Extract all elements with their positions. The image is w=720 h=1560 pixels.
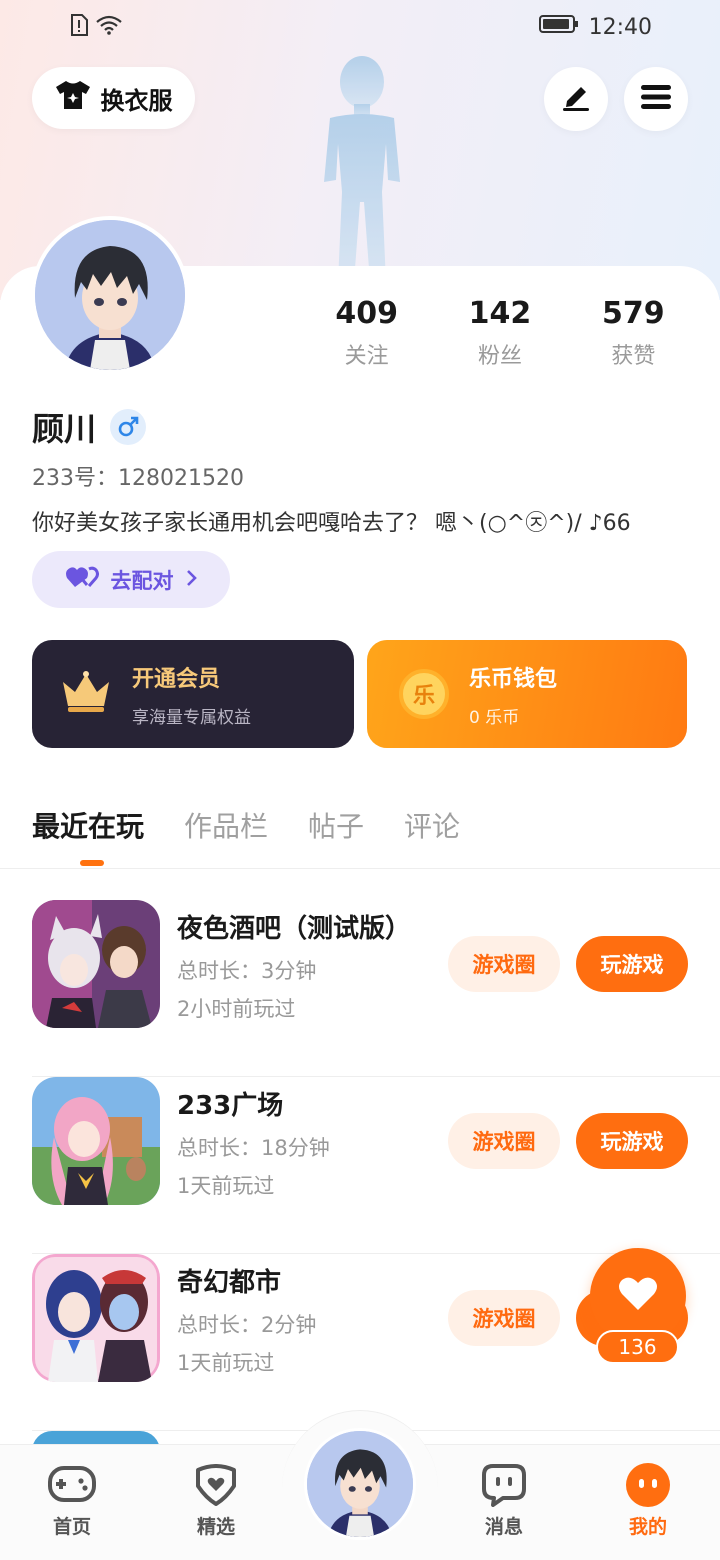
play-game-button[interactable]: 玩游戏 bbox=[576, 1113, 688, 1169]
tab-recently-played[interactable]: 最近在玩 bbox=[32, 805, 144, 845]
avatar[interactable] bbox=[31, 216, 189, 374]
game-circle-button[interactable]: 游戏圈 bbox=[448, 936, 560, 992]
user-id: 233号：128021520 bbox=[32, 466, 244, 491]
stat-following[interactable]: 409 关注 bbox=[300, 296, 433, 370]
male-gender-icon bbox=[110, 409, 147, 445]
status-time: 12:40 bbox=[588, 14, 652, 40]
active-tab-indicator bbox=[80, 860, 104, 866]
crown-icon bbox=[60, 670, 112, 718]
game-name: 奇幻都市 bbox=[177, 1268, 282, 1298]
nav-label: 消息 bbox=[484, 1516, 523, 1538]
pen-icon bbox=[561, 83, 591, 115]
stat-label: 获赞 bbox=[611, 344, 656, 369]
nav-profile[interactable]: 我的 bbox=[603, 1462, 693, 1539]
stat-value: 409 bbox=[335, 296, 398, 331]
tab-comments[interactable]: 评论 bbox=[404, 805, 460, 845]
game-thumbnail bbox=[32, 1077, 160, 1205]
avatar-hologram-figure bbox=[324, 56, 400, 282]
stat-label: 粉丝 bbox=[477, 344, 522, 369]
nav-featured[interactable]: 精选 bbox=[171, 1462, 261, 1539]
chat-icon bbox=[459, 1462, 549, 1508]
username: 顾川 bbox=[32, 410, 97, 448]
list-item[interactable]: 233广场 总时长：18分钟 1天前玩过 游戏圈 玩游戏 bbox=[32, 1077, 720, 1254]
vip-title: 开通会员 bbox=[132, 666, 221, 692]
status-bar: 12:40 bbox=[0, 0, 720, 56]
game-name: 233广场 bbox=[177, 1091, 284, 1121]
gamepad-icon bbox=[27, 1462, 117, 1508]
profile-stats: 409 关注 142 粉丝 579 获赞 bbox=[300, 296, 700, 370]
game-name: 夜色酒吧（测试版） bbox=[177, 914, 412, 944]
double-heart-icon bbox=[65, 565, 99, 594]
wallet-title: 乐币钱包 bbox=[469, 666, 558, 692]
profile-tabs: 最近在玩 作品栏 帖子 评论 bbox=[32, 805, 460, 845]
play-game-button[interactable]: 玩游戏 bbox=[576, 936, 688, 992]
tab-works[interactable]: 作品栏 bbox=[184, 805, 268, 845]
nav-label: 我的 bbox=[628, 1516, 667, 1538]
vip-membership-card[interactable]: 开通会员 享海量专属权益 bbox=[32, 640, 354, 748]
wallet-balance: 0 乐币 bbox=[469, 707, 520, 728]
tshirt-icon bbox=[55, 80, 91, 116]
change-outfit-label: 换衣服 bbox=[100, 86, 173, 115]
vip-subtitle: 享海量专属权益 bbox=[132, 707, 251, 728]
game-circle-button[interactable]: 游戏圈 bbox=[448, 1290, 560, 1346]
nav-messages[interactable]: 消息 bbox=[459, 1462, 549, 1539]
avatar-center-button[interactable] bbox=[304, 1428, 416, 1540]
game-thumbnail bbox=[32, 1254, 160, 1382]
change-outfit-button[interactable]: 换衣服 bbox=[32, 67, 195, 129]
stat-followers[interactable]: 142 粉丝 bbox=[433, 296, 566, 370]
game-duration: 总时长：3分钟 bbox=[177, 959, 317, 983]
game-circle-button[interactable]: 游戏圈 bbox=[448, 1113, 560, 1169]
game-thumbnail bbox=[32, 900, 160, 1028]
heart-icon bbox=[618, 1276, 658, 1316]
heart-badge-icon bbox=[171, 1462, 261, 1508]
coin-icon: 乐 bbox=[399, 669, 449, 719]
divider bbox=[0, 868, 720, 869]
game-duration: 总时长：18分钟 bbox=[177, 1136, 330, 1160]
list-item[interactable]: 夜色酒吧（测试版） 总时长：3分钟 2小时前玩过 游戏圈 玩游戏 bbox=[32, 900, 720, 1077]
game-duration: 总时长：2分钟 bbox=[177, 1313, 317, 1337]
match-button[interactable]: 去配对 bbox=[32, 551, 230, 608]
battery-icon bbox=[538, 14, 579, 40]
nav-label: 精选 bbox=[196, 1516, 235, 1538]
sim-alert-icon bbox=[70, 14, 88, 40]
stat-value: 579 bbox=[602, 296, 665, 331]
match-label: 去配对 bbox=[110, 568, 174, 593]
wifi-icon bbox=[96, 15, 122, 39]
menu-button[interactable] bbox=[624, 67, 688, 131]
user-bio: 你好美女孩子家长通用机会吧嘎哈去了？ 嗯丶(○^㉨^)/ ♪66 bbox=[32, 511, 631, 536]
game-last-played: 1天前玩过 bbox=[177, 1174, 275, 1198]
game-last-played: 2小时前玩过 bbox=[177, 997, 296, 1021]
like-count-badge: 136 bbox=[596, 1330, 679, 1364]
stat-value: 142 bbox=[468, 296, 532, 331]
nav-label: 首页 bbox=[52, 1516, 91, 1538]
chevron-right-icon bbox=[186, 568, 198, 592]
nav-home[interactable]: 首页 bbox=[27, 1462, 117, 1539]
edit-profile-button[interactable] bbox=[544, 67, 608, 131]
game-last-played: 1天前玩过 bbox=[177, 1351, 275, 1375]
stat-label: 关注 bbox=[344, 344, 389, 369]
stat-likes[interactable]: 579 获赞 bbox=[567, 296, 700, 370]
username-row: 顾川 bbox=[32, 404, 147, 450]
coin-wallet-card[interactable]: 乐 乐币钱包 0 乐币 bbox=[367, 640, 687, 748]
hamburger-icon bbox=[641, 84, 671, 114]
smile-icon bbox=[603, 1462, 693, 1508]
tab-posts[interactable]: 帖子 bbox=[308, 805, 364, 845]
